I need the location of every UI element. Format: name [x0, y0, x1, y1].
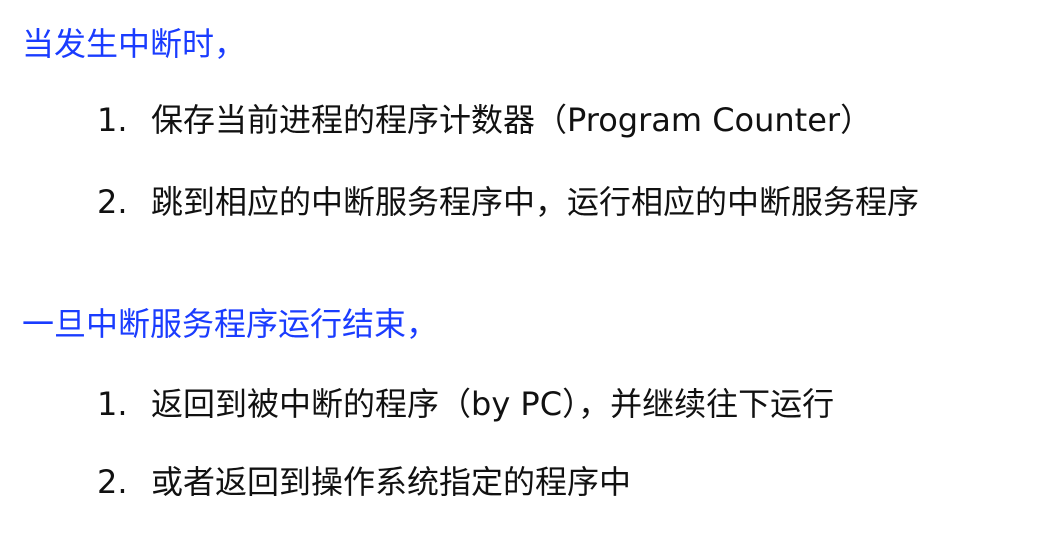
list-item: 2. 或者返回到操作系统指定的程序中 — [97, 460, 631, 504]
list-item: 1. 返回到被中断的程序（by PC），并继续往下运行 — [97, 382, 834, 426]
list-item-number: 1. — [97, 101, 128, 139]
section-heading-service-ends: 一旦中断服务程序运行结束， — [22, 305, 439, 343]
list-item: 1. 保存当前进程的程序计数器（Program Counter） — [97, 98, 872, 142]
list-item: 2. 跳到相应的中断服务程序中，运行相应的中断服务程序 — [97, 180, 919, 224]
section-heading-interrupt-occurs: 当发生中断时， — [22, 25, 247, 63]
list-item-text: 跳到相应的中断服务程序中，运行相应的中断服务程序 — [151, 183, 920, 221]
list-item-text: 保存当前进程的程序计数器（Program Counter） — [151, 101, 873, 139]
list-item-number: 2. — [97, 463, 128, 501]
list-item-text: 返回到被中断的程序（by PC），并继续往下运行 — [151, 385, 835, 423]
list-item-text: 或者返回到操作系统指定的程序中 — [151, 463, 632, 501]
list-item-number: 2. — [97, 183, 128, 221]
list-item-number: 1. — [97, 385, 128, 423]
